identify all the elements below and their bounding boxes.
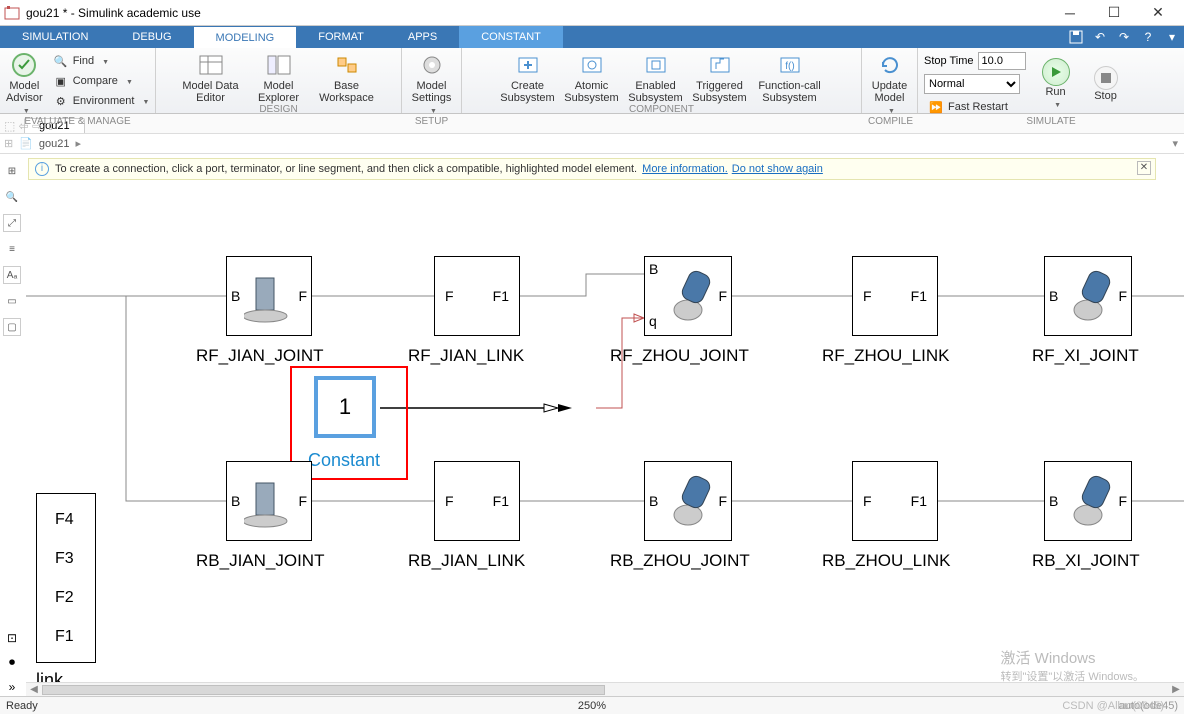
compare-button[interactable]: ▣Compare (49, 72, 154, 90)
hide-browser-icon[interactable]: ⊞ (3, 162, 21, 180)
rf-zhou-link-label: RF_ZHOU_LINK (822, 346, 950, 366)
function-call-subsystem-button[interactable]: f()Function-callSubsystem (753, 50, 827, 104)
app-icon (4, 5, 20, 21)
horizontal-scrollbar[interactable]: ◀▶ (26, 682, 1184, 696)
side-frame-block[interactable]: F4 F3 F2 F1 (36, 493, 96, 663)
save-icon[interactable] (1064, 26, 1088, 48)
rf-zhou-joint-label: RF_ZHOU_JOINT (610, 346, 749, 366)
rb-jian-link-label: RB_JIAN_LINK (408, 551, 525, 571)
rb-jian-link-block[interactable]: FF1 (434, 461, 520, 541)
rf-zhou-joint-block[interactable]: BF q (644, 256, 732, 336)
tab-modeling[interactable]: MODELING (194, 26, 297, 48)
rb-xi-joint-block[interactable]: BF (1044, 461, 1132, 541)
titlebar: gou21 * - Simulink academic use ─ ☐ ✕ (0, 0, 1184, 26)
fast-restart-icon: ⏩ (928, 99, 944, 115)
sliders-icon: ⚙ (53, 93, 69, 109)
stop-time-label: Stop Time (924, 55, 974, 67)
tab-format[interactable]: FORMAT (296, 26, 386, 48)
rb-zhou-joint-block[interactable]: BF (644, 461, 732, 541)
maximize-button[interactable]: ☐ (1092, 1, 1136, 25)
menu-bar: SIMULATION DEBUG MODELING FORMAT APPS CO… (0, 26, 1184, 48)
csdn-watermark: CSDN @Allao(0645) (1062, 700, 1164, 712)
dropdown-icon[interactable]: ▾ (1160, 26, 1184, 48)
banner-close-button[interactable]: ✕ (1137, 161, 1151, 175)
fit-view-icon[interactable]: ⤢ (3, 214, 21, 232)
more-info-link[interactable]: More information. (642, 163, 728, 175)
refresh-icon (876, 52, 904, 78)
constant-label: Constant (308, 450, 380, 471)
layers-icon[interactable]: ≡ (3, 240, 21, 258)
rb-zhou-joint-label: RB_ZHOU_JOINT (610, 551, 750, 571)
info-icon: i (35, 162, 49, 176)
rf-jian-link-label: RF_JIAN_LINK (408, 346, 524, 366)
rf-xi-joint-block[interactable]: BF (1044, 256, 1132, 336)
do-not-show-link[interactable]: Do not show again (732, 163, 823, 175)
play-icon (1042, 58, 1070, 86)
gear-icon (418, 52, 446, 78)
expand-icon[interactable]: » (9, 680, 16, 694)
rb-jian-joint-block[interactable]: BF (226, 461, 312, 541)
tab-debug[interactable]: DEBUG (110, 26, 193, 48)
constant-block[interactable]: 1 (314, 376, 376, 438)
redo-icon[interactable]: ↷ (1112, 26, 1136, 48)
annotation-icon[interactable]: Aₐ (3, 266, 21, 284)
rf-jian-link-block[interactable]: FF1 (434, 256, 520, 336)
undo-icon[interactable]: ↶ (1088, 26, 1112, 48)
stop-time-input[interactable] (978, 52, 1026, 70)
enabled-subsystem-button[interactable]: EnabledSubsystem (625, 50, 687, 104)
status-bar: Ready 250% auto(ode45) (0, 696, 1184, 714)
viewmark-icon[interactable]: ▢ (3, 318, 21, 336)
svg-text:f(): f() (785, 61, 794, 72)
rb-zhou-link-block[interactable]: FF1 (852, 461, 938, 541)
compare-icon: ▣ (53, 73, 69, 89)
tab-constant[interactable]: CONSTANT (459, 26, 563, 48)
screenshot-icon[interactable]: ⊡ (7, 631, 17, 645)
ribbon: Model Advisor 🔍Find ▣Compare ⚙Environmen… (0, 48, 1184, 114)
nav-collapse-icon[interactable]: ⊞ (4, 137, 13, 150)
record-icon[interactable]: ⏺ (9, 655, 15, 670)
sim-mode-select[interactable]: Normal (924, 74, 1020, 94)
update-model-button[interactable]: UpdateModel (868, 50, 911, 116)
window-title: gou21 * - Simulink academic use (26, 6, 1048, 20)
info-banner: i To create a connection, click a port, … (28, 158, 1156, 180)
find-button[interactable]: 🔍Find (49, 52, 154, 70)
tab-apps[interactable]: APPS (386, 26, 459, 48)
model-icon: 📄 (19, 137, 33, 150)
fast-restart-button[interactable]: ⏩Fast Restart (924, 98, 1026, 116)
rf-xi-joint-label: RF_XI_JOINT (1032, 346, 1139, 366)
breadcrumb-bar: ⊞ 📄 gou21 ▸ ▾ (0, 134, 1184, 154)
breadcrumb[interactable]: gou21 (39, 138, 70, 150)
stop-icon (1094, 66, 1118, 90)
view-dropdown[interactable]: ▾ (1172, 137, 1178, 150)
model-settings-button[interactable]: ModelSettings (408, 50, 455, 116)
left-tool-rail: ⊞ 🔍 ⤢ ≡ Aₐ ▭ ▢ (0, 158, 24, 336)
help-icon[interactable]: ? (1136, 26, 1160, 48)
minimize-button[interactable]: ─ (1048, 1, 1092, 25)
environment-button[interactable]: ⚙Environment (49, 92, 154, 110)
run-button[interactable]: Run (1036, 56, 1076, 110)
atomic-subsystem-button[interactable]: AtomicSubsystem (561, 50, 623, 104)
model-explorer-button[interactable]: ModelExplorer (248, 50, 310, 104)
rf-jian-joint-label: RF_JIAN_JOINT (196, 346, 324, 366)
base-workspace-button[interactable]: BaseWorkspace (316, 50, 378, 104)
canvas[interactable]: F4 F3 F2 F1 link BF RF_JIAN_JOINT FF1 RF… (26, 196, 1184, 696)
create-subsystem-button[interactable]: CreateSubsystem (497, 50, 559, 104)
status-zoom: 250% (578, 700, 606, 712)
rf-jian-joint-block[interactable]: BF (226, 256, 312, 336)
image-icon[interactable]: ▭ (3, 292, 21, 310)
rb-zhou-link-label: RB_ZHOU_LINK (822, 551, 950, 571)
model-advisor-button[interactable]: Model Advisor (6, 50, 43, 116)
model-data-editor-button[interactable]: Model DataEditor (180, 50, 242, 104)
rb-jian-joint-label: RB_JIAN_JOINT (196, 551, 324, 571)
status-ready: Ready (6, 700, 38, 712)
tab-simulation[interactable]: SIMULATION (0, 26, 110, 48)
zoom-tool-icon[interactable]: 🔍 (3, 188, 21, 206)
triggered-subsystem-button[interactable]: TriggeredSubsystem (689, 50, 751, 104)
search-icon: 🔍 (53, 53, 69, 69)
rf-zhou-link-block[interactable]: FF1 (852, 256, 938, 336)
rb-xi-joint-label: RB_XI_JOINT (1032, 551, 1140, 571)
close-button[interactable]: ✕ (1136, 1, 1180, 25)
stop-button[interactable]: Stop (1086, 64, 1126, 102)
